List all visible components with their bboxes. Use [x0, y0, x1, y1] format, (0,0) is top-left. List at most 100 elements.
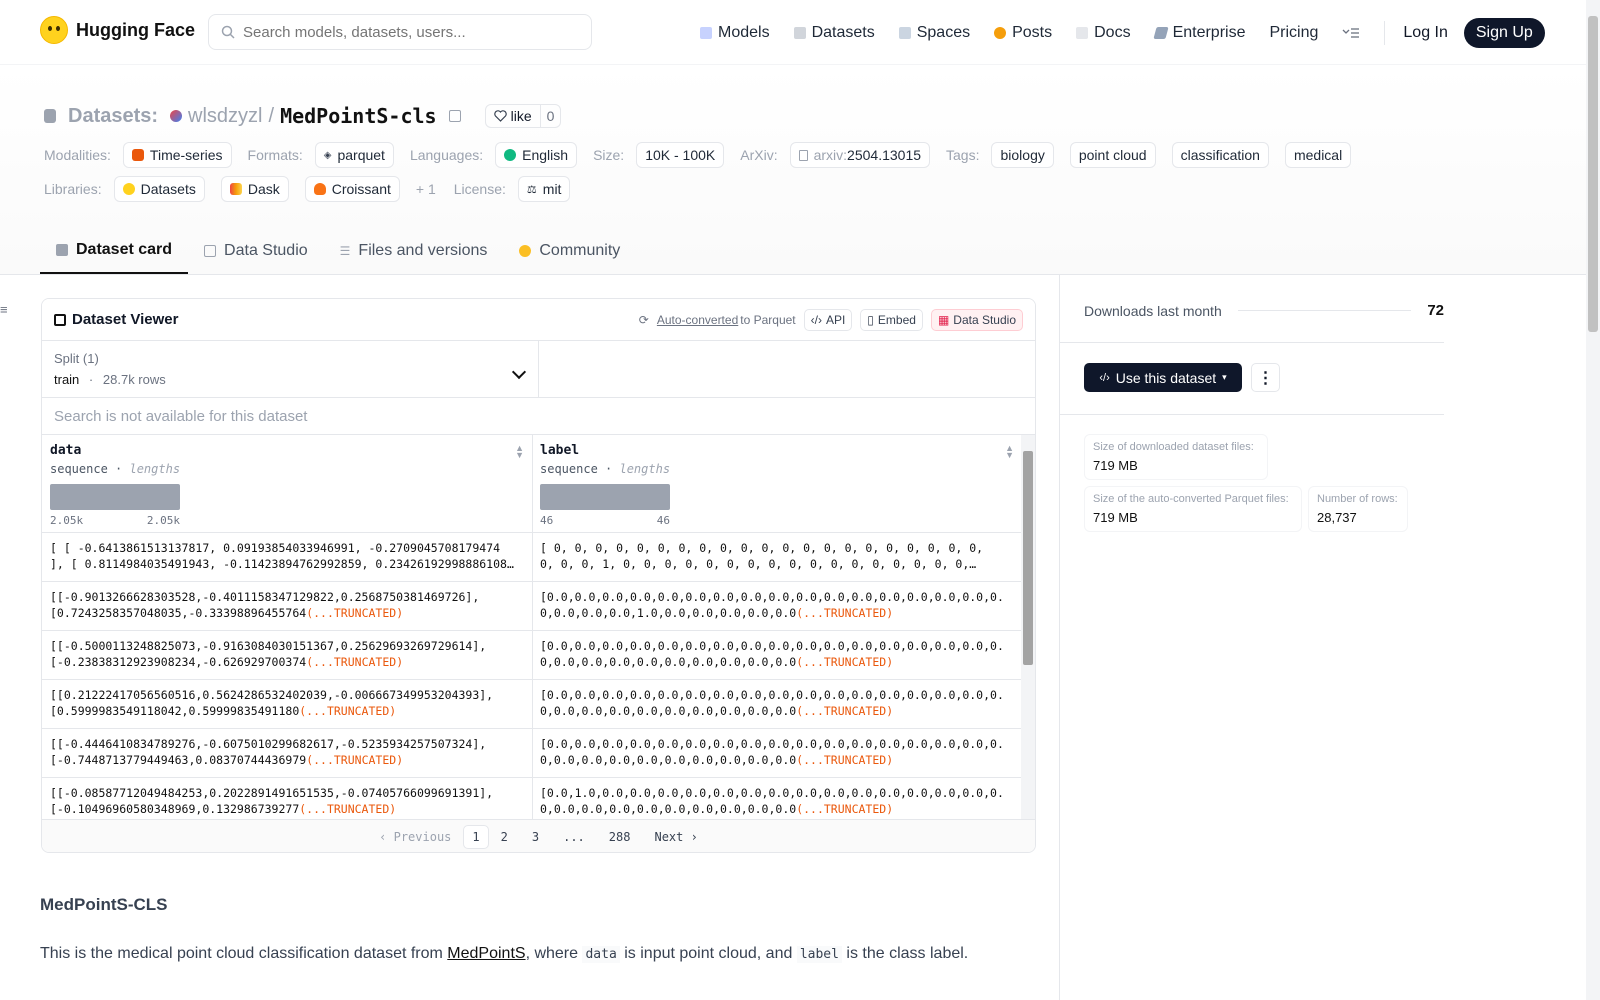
- embed-button[interactable]: ▯ Embed: [860, 308, 923, 331]
- sort-icon[interactable]: ▲ ▼: [515, 444, 524, 460]
- cell-line: [-0.23838312923908234,-0.626929700374(..…: [50, 654, 524, 670]
- tab-community[interactable]: Community: [503, 228, 636, 274]
- modality-chip[interactable]: Time-series: [122, 142, 232, 168]
- card-text: is the class label.: [841, 945, 969, 962]
- table-cell-label[interactable]: [0.0,1.0,0.0,0.0,0.0,0.0,0.0,0.0,0.0,0.0…: [532, 778, 1022, 819]
- page-scroll-thumb[interactable]: [1588, 16, 1598, 332]
- hf-logo-link[interactable]: Hugging Face: [40, 16, 195, 44]
- medpoints-link[interactable]: MedPointS: [447, 945, 525, 962]
- table-cell-label[interactable]: [ 0, 0, 0, 0, 0, 0, 0, 0, 0, 0, 0, 0, 0,…: [532, 533, 1022, 582]
- split-row: Split (1) train · 28.7k rows: [42, 341, 1035, 398]
- nav-enterprise[interactable]: Enterprise: [1152, 24, 1245, 42]
- tag-chip[interactable]: medical: [1284, 142, 1352, 168]
- arxiv-chip[interactable]: arxiv: 2504.13015: [789, 142, 931, 168]
- use-this-dataset-button[interactable]: ‹/› Use this dataset ▾: [1084, 363, 1242, 392]
- language-chip[interactable]: English: [495, 142, 578, 168]
- library-chip[interactable]: Dask: [220, 176, 289, 202]
- cell-line: 0,0.0,0.0,0.0,0.0,0.0,0.0,0.0,0.0,0.0(..…: [540, 801, 1014, 817]
- column-header-data[interactable]: data sequence · lengths 2.05k 2.05k ▲ ▼: [42, 435, 532, 533]
- tag-chip[interactable]: classification: [1171, 142, 1269, 168]
- histogram-bar: [540, 484, 670, 510]
- tab-data-studio[interactable]: Data Studio: [188, 228, 324, 274]
- previous-page[interactable]: ‹ Previous: [367, 826, 463, 848]
- dataset-viewer: Dataset Viewer ⟳ Auto-converted to Parqu…: [41, 298, 1036, 853]
- nav-pricing[interactable]: Pricing: [1269, 24, 1318, 42]
- previous-label: Previous: [393, 829, 452, 844]
- split-select[interactable]: Split (1) train · 28.7k rows: [42, 341, 539, 397]
- table-cell-data[interactable]: [[-0.9013266628303528,-0.401115834712982…: [42, 582, 532, 631]
- nav-datasets[interactable]: Datasets: [793, 24, 875, 42]
- page-2[interactable]: 2: [489, 826, 520, 848]
- truncated-marker: (...TRUNCATED): [796, 655, 894, 669]
- toc-toggle-icon[interactable]: ≡: [0, 302, 8, 317]
- page-3[interactable]: 3: [520, 826, 551, 848]
- table-cell-label[interactable]: [0.0,0.0,0.0,0.0,0.0,0.0,0.0,0.0,0.0,0.0…: [532, 729, 1022, 778]
- nav-label: Posts: [1012, 24, 1053, 41]
- page-scrollbar[interactable]: [1586, 0, 1600, 1000]
- libraries-more[interactable]: + 1: [416, 181, 436, 197]
- table-cell-data[interactable]: [[-0.08587712049484253,0.202289149165153…: [42, 778, 532, 819]
- cell-line: 0,0.0,0.0,0.0,0.0,0.0,0.0,0.0,0.0,0.0(..…: [540, 654, 1014, 670]
- library-chip[interactable]: Datasets: [113, 176, 205, 202]
- owner-avatar: [170, 110, 183, 122]
- owner-link[interactable]: wlsdzyzl: [188, 105, 262, 128]
- tag-chip[interactable]: point cloud: [1069, 142, 1156, 168]
- chip-label: parquet: [337, 147, 385, 163]
- table-cell-label[interactable]: [0.0,0.0,0.0,0.0,0.0,0.0,0.0,0.0,0.0,0.0…: [532, 631, 1022, 680]
- page-1[interactable]: 1: [463, 824, 489, 849]
- login-link[interactable]: Log In: [1403, 24, 1447, 42]
- nav-docs[interactable]: Docs: [1076, 24, 1131, 42]
- table-scrollbar[interactable]: [1021, 435, 1035, 819]
- more-options-button[interactable]: ⋮: [1251, 363, 1280, 392]
- table-cell-data[interactable]: [ [ -0.6413861513137817, 0.0919385403394…: [42, 533, 532, 582]
- table-cell-data[interactable]: [[-0.5000113248825073,-0.916308403015136…: [42, 631, 532, 680]
- api-button[interactable]: ‹/› API: [803, 308, 853, 331]
- global-search[interactable]: [208, 14, 592, 50]
- nav-more-menu[interactable]: [1342, 27, 1360, 39]
- nav-models[interactable]: Models: [700, 24, 770, 42]
- sidebar-divider-line: [1060, 414, 1444, 415]
- search-input[interactable]: [243, 23, 573, 41]
- downloads-sparkline: [1237, 310, 1412, 311]
- paper-icon: [798, 149, 808, 161]
- tab-files[interactable]: ☰ Files and versions: [324, 228, 504, 274]
- nav-spaces[interactable]: Spaces: [898, 24, 970, 42]
- tab-dataset-card[interactable]: Dataset card: [40, 228, 189, 274]
- nav-posts[interactable]: Posts: [994, 24, 1052, 42]
- cell-text: [-0.7448713779449463,0.08370744436979: [50, 753, 307, 767]
- chip-label: Datasets: [140, 181, 196, 197]
- tab-label: Data Studio: [224, 242, 308, 259]
- split-rows: 28.7k rows: [102, 372, 166, 387]
- library-chip[interactable]: Croissant: [304, 176, 400, 202]
- auto-converted-link[interactable]: Auto-converted: [657, 313, 738, 327]
- copy-icon[interactable]: [448, 110, 461, 122]
- chip-label: Croissant: [331, 181, 391, 197]
- like-button[interactable]: like 0: [484, 104, 562, 128]
- column-header-label[interactable]: label sequence · lengths 46 46 ▲ ▼: [532, 435, 1022, 533]
- table-cell-label[interactable]: [0.0,0.0,0.0,0.0,0.0,0.0,0.0,0.0,0.0,0.0…: [532, 582, 1022, 631]
- card-text: is input point cloud, and: [619, 945, 797, 962]
- sort-icon[interactable]: ▲ ▼: [1005, 444, 1014, 460]
- signup-button[interactable]: Sign Up: [1463, 18, 1545, 48]
- stat-value: 28,737: [1317, 510, 1357, 525]
- cell-line: [0.0,0.0,0.0,0.0,0.0,0.0,0.0,0.0,0.0,0.0…: [540, 737, 1004, 751]
- column-name: label: [540, 443, 580, 458]
- page-288[interactable]: 288: [597, 826, 643, 848]
- table-cell-label[interactable]: [0.0,0.0,0.0,0.0,0.0,0.0,0.0,0.0,0.0,0.0…: [532, 680, 1022, 729]
- scroll-thumb[interactable]: [1023, 451, 1033, 665]
- datasets-icon: [793, 27, 806, 39]
- tag-chip[interactable]: biology: [991, 142, 1054, 168]
- viewer-title-text: Dataset Viewer: [72, 311, 179, 328]
- table-cell-data[interactable]: [[-0.4446410834789276,-0.607501029968261…: [42, 729, 532, 778]
- datasets-breadcrumb[interactable]: Datasets:: [68, 105, 158, 128]
- cell-line: [0.0,0.0,0.0,0.0,0.0,0.0,0.0,0.0,0.0,0.0…: [540, 590, 1004, 604]
- table-cell-data[interactable]: [[0.21222417056560516,0.5624286532402039…: [42, 680, 532, 729]
- dataset-name[interactable]: MedPointS-cls: [280, 104, 437, 128]
- license-chip[interactable]: ⚖ mit: [517, 176, 571, 202]
- next-page[interactable]: Next ›: [642, 826, 709, 848]
- data-studio-button[interactable]: ▦ Data Studio: [930, 308, 1023, 331]
- size-chip[interactable]: 10K - 100K: [636, 142, 725, 168]
- format-chip[interactable]: ◈ parquet: [314, 142, 394, 168]
- split-dot: ·: [88, 372, 94, 387]
- column-name: data: [50, 443, 82, 458]
